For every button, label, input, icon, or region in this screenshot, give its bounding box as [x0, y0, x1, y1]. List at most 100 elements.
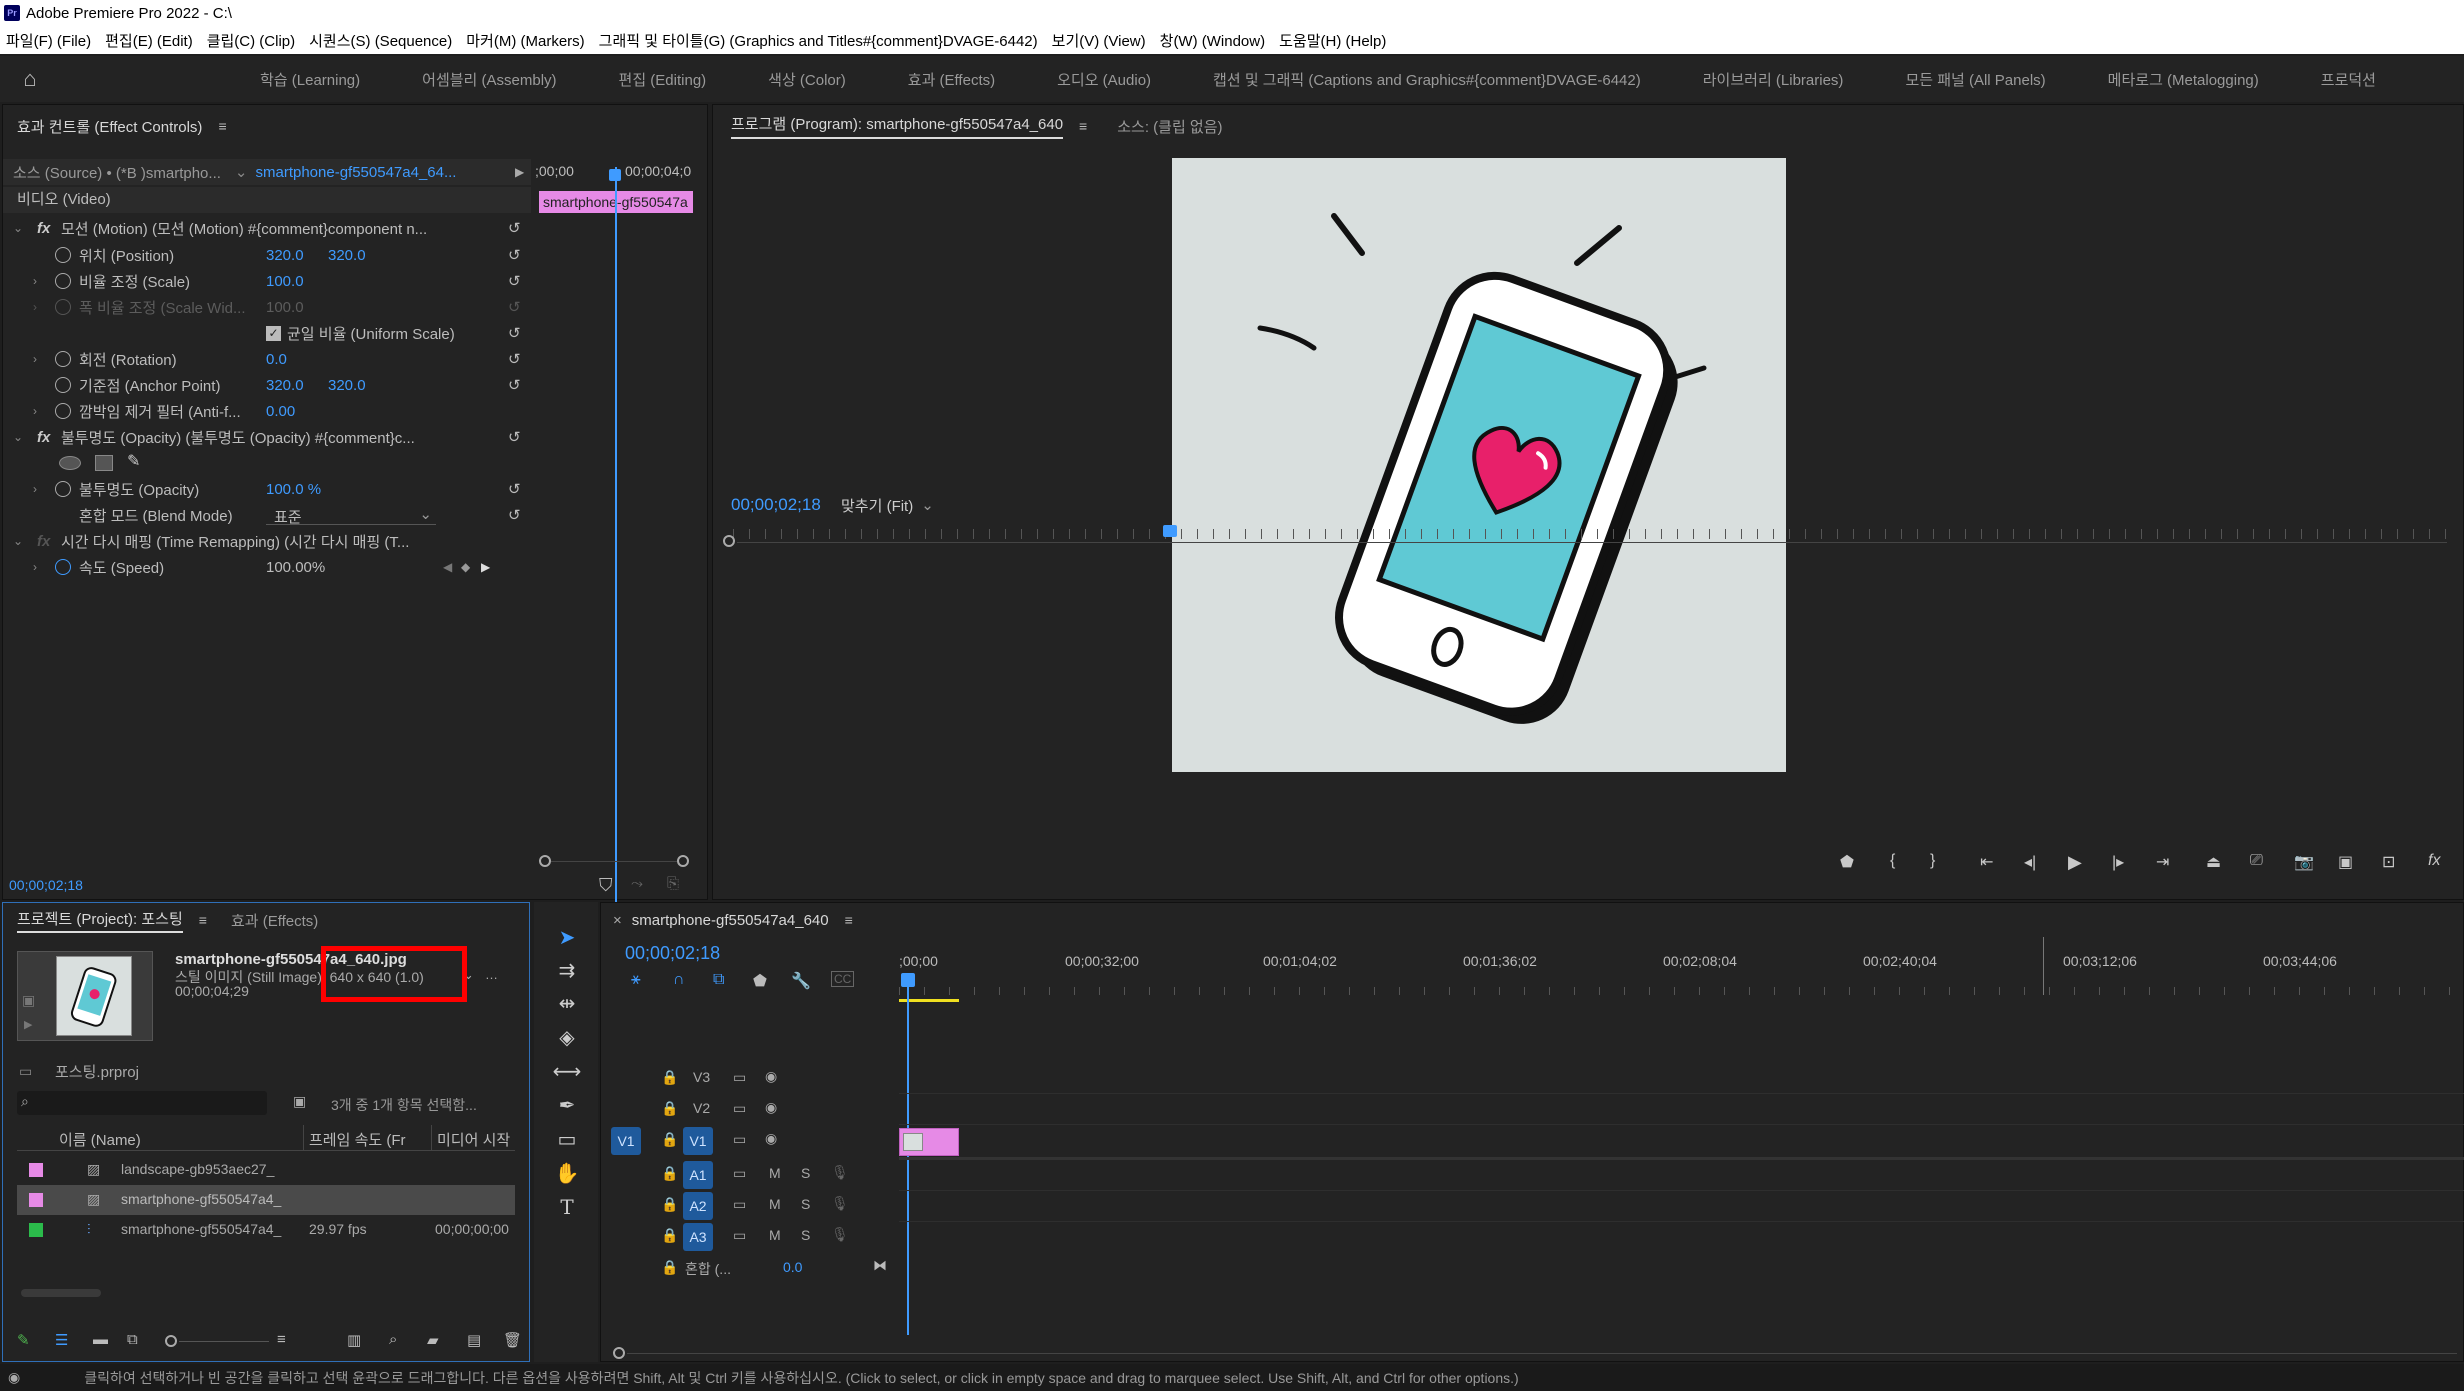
zoom-slider-handle[interactable]: [165, 1335, 177, 1347]
nest-toggle-icon[interactable]: ⚹: [631, 971, 641, 989]
effect-controls-tab[interactable]: 효과 컨트롤 (Effect Controls) ≡: [3, 105, 707, 147]
close-icon[interactable]: ×: [613, 912, 622, 929]
stopwatch-icon[interactable]: [55, 351, 71, 367]
stopwatch-icon[interactable]: [55, 247, 71, 263]
lock-icon[interactable]: 🔒: [661, 1227, 678, 1244]
type-tool-icon[interactable]: T: [552, 1192, 582, 1222]
snap-icon[interactable]: ∩: [673, 971, 685, 989]
pen-mask-icon[interactable]: ✎: [127, 451, 140, 471]
workspace-metalogging[interactable]: 메타로그 (Metalogging): [2108, 69, 2259, 90]
program-playhead[interactable]: [1163, 525, 1177, 537]
source-patch-v1[interactable]: V1: [611, 1127, 641, 1155]
ec-zoom-scrollbar[interactable]: [539, 855, 689, 869]
reset-icon[interactable]: ↺: [508, 480, 521, 498]
captions-icon[interactable]: CC: [831, 971, 855, 987]
menu-edit[interactable]: 편집(E) (Edit): [105, 30, 193, 51]
lock-icon[interactable]: 🔒: [661, 1259, 678, 1276]
rectangle-mask-icon[interactable]: [95, 455, 113, 471]
track-label-a2[interactable]: A2: [683, 1192, 713, 1220]
fx-icon[interactable]: fx: [37, 429, 50, 446]
microphone-icon[interactable]: 🎙: [831, 1226, 849, 1243]
workspace-editing[interactable]: 편집 (Editing): [619, 69, 707, 90]
wrench-icon[interactable]: 🔧: [791, 971, 811, 991]
label-color-swatch[interactable]: [29, 1193, 43, 1207]
reset-icon[interactable]: ↺: [508, 272, 521, 290]
menu-graphics[interactable]: 그래픽 및 타이틀(G) (Graphics and Titles#{comme…: [599, 30, 1038, 51]
stopwatch-icon[interactable]: [55, 377, 71, 393]
stopwatch-icon[interactable]: [55, 403, 71, 419]
ec-playhead-handle[interactable]: [609, 169, 621, 181]
lock-icon[interactable]: 🔒: [661, 1165, 678, 1182]
new-bin-icon[interactable]: ▰: [427, 1331, 439, 1349]
program-ruler[interactable]: [733, 529, 2453, 539]
anchor-x-value[interactable]: 320.0: [266, 377, 304, 394]
step-forward-icon[interactable]: |▸: [2112, 852, 2124, 872]
timeline-zoom-handle[interactable]: [613, 1347, 625, 1359]
mute-button[interactable]: M: [769, 1165, 781, 1181]
filter-icon[interactable]: ⛉: [599, 875, 613, 896]
workspace-assembly[interactable]: 어셈블리 (Assembly): [422, 69, 556, 90]
track-label-a1[interactable]: A1: [683, 1161, 713, 1189]
go-to-in-icon[interactable]: ⇤: [1980, 852, 1993, 872]
eye-icon[interactable]: ◉: [8, 1369, 20, 1386]
home-icon[interactable]: ⌂: [0, 56, 60, 102]
eye-icon[interactable]: ◉: [765, 1130, 777, 1147]
mix-volume-value[interactable]: 0.0: [783, 1259, 802, 1275]
workspace-all-panels[interactable]: 모든 패널 (All Panels): [1905, 69, 2045, 90]
project-search-input[interactable]: ⌕: [17, 1091, 267, 1115]
menu-file[interactable]: 파일(F) (File): [6, 30, 91, 51]
solo-button[interactable]: S: [801, 1196, 810, 1212]
col-name-header[interactable]: 이름 (Name): [59, 1129, 141, 1150]
workspace-color[interactable]: 색상 (Color): [768, 69, 846, 90]
fit-select[interactable]: 맞추기 (Fit) ⌄: [841, 493, 951, 517]
camera-icon[interactable]: 📷: [2294, 852, 2314, 872]
track-label-v1[interactable]: V1: [683, 1127, 713, 1155]
workspace-libraries[interactable]: 라이브러리 (Libraries): [1703, 69, 1844, 90]
fx-toggle-icon[interactable]: fx: [2428, 852, 2440, 870]
reset-icon[interactable]: ↺: [508, 506, 521, 524]
step-back-icon[interactable]: ◂|: [2024, 852, 2036, 872]
mute-button[interactable]: M: [769, 1227, 781, 1243]
list-item[interactable]: ▨ landscape-gb953aec27_: [17, 1155, 515, 1185]
menu-window[interactable]: 창(W) (Window): [1160, 30, 1265, 51]
mark-out-icon[interactable]: }: [1930, 852, 1935, 870]
play-icon[interactable]: ▶: [2068, 852, 2082, 873]
panel-menu-icon[interactable]: ≡: [218, 118, 226, 134]
menu-sequence[interactable]: 시퀀스(S) (Sequence): [309, 30, 452, 51]
fx-icon[interactable]: fx: [37, 220, 50, 237]
solo-button[interactable]: S: [801, 1227, 810, 1243]
effects-tab[interactable]: 효과 (Effects): [231, 910, 318, 931]
track-label-a3[interactable]: A3: [683, 1223, 713, 1251]
position-x-value[interactable]: 320.0: [266, 247, 304, 264]
sync-lock-icon[interactable]: ▭: [733, 1069, 746, 1086]
rotation-value[interactable]: 0.0: [266, 351, 287, 368]
reset-icon[interactable]: ↺: [508, 428, 521, 446]
workspace-learning[interactable]: 학습 (Learning): [260, 69, 360, 90]
workspace-effects[interactable]: 효과 (Effects): [908, 69, 995, 90]
ec-export-icon[interactable]: ⤳: [631, 875, 643, 892]
lift-icon[interactable]: ⏏: [2206, 852, 2221, 872]
sync-lock-icon[interactable]: ▭: [733, 1100, 746, 1117]
new-item-icon[interactable]: ▤: [467, 1331, 481, 1349]
play-triangle-icon[interactable]: ▶: [24, 1018, 32, 1031]
row-time-remapping[interactable]: ⌄ fx 시간 다시 매핑 (Time Remapping) (시간 다시 매핑 …: [3, 528, 533, 554]
lock-icon[interactable]: 🔒: [661, 1069, 678, 1086]
mark-in-icon[interactable]: {: [1890, 852, 1895, 870]
reset-icon[interactable]: ↺: [508, 219, 521, 237]
label-color-swatch[interactable]: [29, 1163, 43, 1177]
timeline-clip-v1[interactable]: [899, 1128, 959, 1156]
write-protect-icon[interactable]: ✎: [17, 1331, 30, 1349]
track-label-v3[interactable]: V3: [693, 1069, 710, 1085]
menu-view[interactable]: 보기(V) (View): [1052, 30, 1146, 51]
sync-lock-icon[interactable]: ▭: [733, 1165, 746, 1182]
ec-timecode[interactable]: 00;00;02;18: [9, 877, 83, 893]
add-marker-icon[interactable]: ⬟: [753, 971, 767, 991]
compare-icon[interactable]: ▣: [2338, 852, 2353, 872]
play-triangle-icon[interactable]: ▶: [515, 165, 524, 179]
bowtie-icon[interactable]: ⧓: [873, 1257, 887, 1274]
microphone-icon[interactable]: 🎙: [831, 1164, 849, 1181]
sync-lock-icon[interactable]: ▭: [733, 1131, 746, 1148]
razor-tool-icon[interactable]: ◈: [552, 1022, 582, 1052]
sync-lock-icon[interactable]: ▭: [733, 1227, 746, 1244]
trash-icon[interactable]: 🗑: [503, 1331, 522, 1349]
